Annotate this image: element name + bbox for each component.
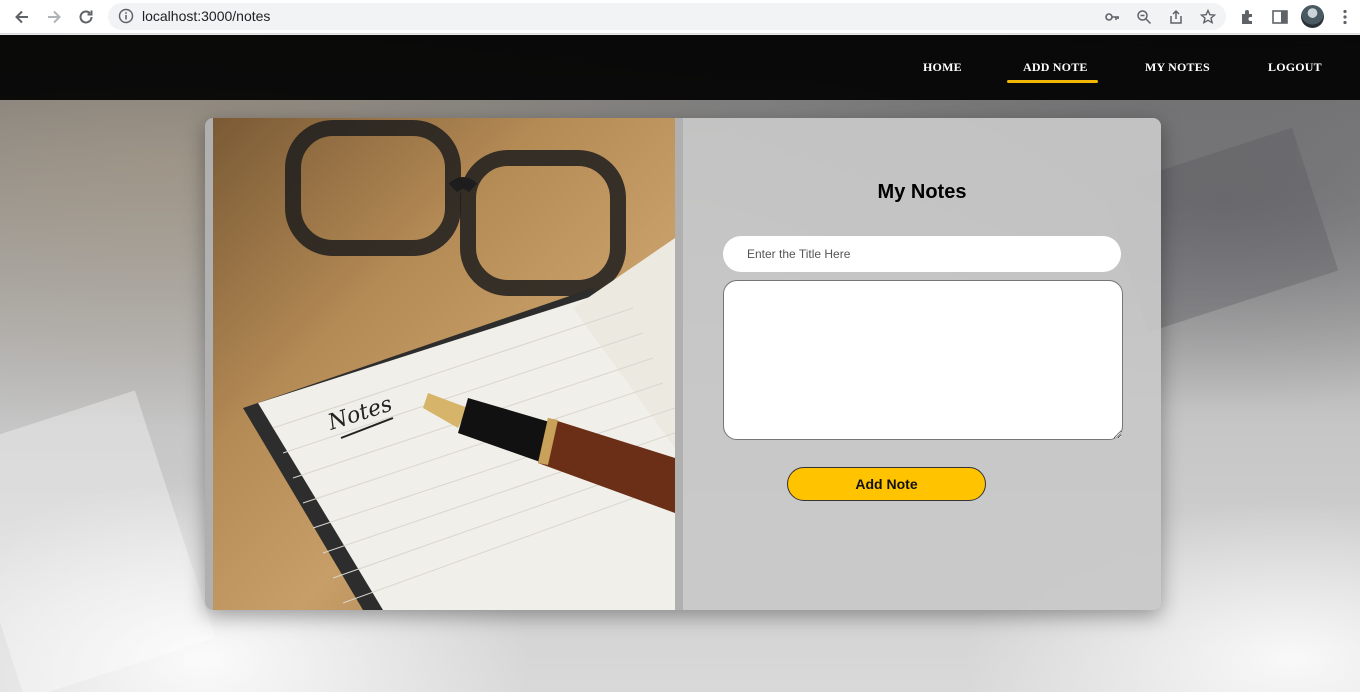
background-todo-paper (0, 390, 216, 692)
reload-icon[interactable] (74, 5, 98, 29)
site-info-icon[interactable] (118, 8, 134, 29)
extensions-icon[interactable] (1236, 5, 1260, 29)
bookmark-star-icon[interactable] (1199, 8, 1217, 26)
top-navigation: HOME ADD NOTE MY NOTES LOGOUT (0, 35, 1360, 100)
notebook-photo: Notes (213, 118, 675, 610)
active-nav-indicator (1007, 80, 1098, 83)
zoom-icon[interactable] (1135, 8, 1153, 26)
nav-home[interactable]: HOME (923, 60, 962, 75)
address-url: localhost:3000/notes (142, 8, 271, 24)
key-icon[interactable] (1103, 8, 1121, 26)
forward-icon[interactable] (42, 5, 66, 29)
note-body-textarea[interactable] (723, 280, 1123, 440)
back-icon[interactable] (10, 5, 34, 29)
browser-toolbar: localhost:3000/notes (0, 0, 1360, 34)
menu-kebab-icon[interactable] (1333, 5, 1357, 29)
share-icon[interactable] (1167, 8, 1185, 26)
add-note-button[interactable]: Add Note (787, 467, 986, 501)
form-title: My Notes (877, 181, 967, 203)
note-title-input[interactable] (723, 236, 1121, 272)
page-background: HOME ADD NOTE MY NOTES LOGOUT Notes My N… (0, 35, 1360, 692)
side-panel-icon[interactable] (1268, 5, 1292, 29)
nav-logout[interactable]: LOGOUT (1268, 60, 1322, 75)
nav-add-note[interactable]: ADD NOTE (1023, 60, 1088, 75)
nav-my-notes[interactable]: MY NOTES (1145, 60, 1210, 75)
card-image-panel: Notes (205, 118, 683, 610)
profile-avatar[interactable] (1301, 5, 1324, 28)
notebook-illustration: Notes (243, 120, 675, 610)
note-card: Notes My Notes Add Note (205, 118, 1161, 610)
note-form-panel: My Notes Add Note (683, 118, 1161, 610)
address-bar[interactable]: localhost:3000/notes (108, 3, 1226, 30)
